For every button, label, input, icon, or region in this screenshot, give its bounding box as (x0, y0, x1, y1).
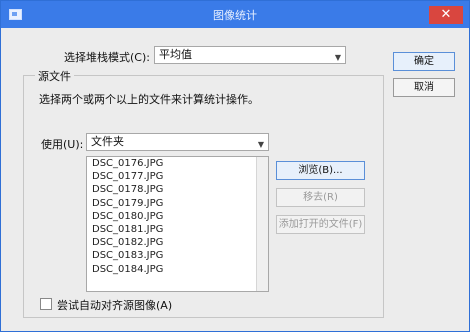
source-description: 选择两个或两个以上的文件来计算统计操作。 (39, 93, 259, 106)
auto-align-label: 尝试自动对齐源图像(A) (57, 299, 173, 312)
list-item[interactable]: DSC_0183.JPG (87, 249, 268, 262)
list-item[interactable]: DSC_0179.JPG (87, 197, 268, 210)
auto-align-checkbox[interactable] (40, 298, 52, 310)
image-statistics-dialog: 图像统计 ✕ 选择堆栈模式(C): 平均值 ▼ 确定 取消 源文件 选择两个或两… (0, 0, 470, 332)
use-value: 文件夹 (91, 135, 124, 148)
list-item[interactable]: DSC_0181.JPG (87, 223, 268, 236)
use-label: 使用(U): (41, 138, 84, 151)
file-list[interactable]: DSC_0176.JPG DSC_0177.JPG DSC_0178.JPG D… (86, 156, 269, 292)
list-item[interactable]: DSC_0177.JPG (87, 170, 268, 183)
list-item[interactable]: DSC_0176.JPG (87, 157, 268, 170)
chevron-down-icon: ▼ (334, 53, 341, 62)
ok-button[interactable]: 确定 (393, 52, 455, 71)
add-open-files-button[interactable]: 添加打开的文件(F) (276, 215, 365, 234)
stack-mode-select[interactable]: 平均值 ▼ (154, 46, 346, 64)
close-button[interactable]: ✕ (429, 6, 463, 24)
source-files-group-title: 源文件 (35, 68, 74, 84)
browse-button[interactable]: 浏览(B)... (276, 161, 365, 180)
dialog-title: 图像统计 (213, 9, 257, 22)
use-select[interactable]: 文件夹 ▼ (86, 133, 269, 151)
list-item[interactable]: DSC_0182.JPG (87, 236, 268, 249)
file-list-scrollbar[interactable] (256, 157, 268, 291)
chevron-down-icon: ▼ (257, 140, 264, 149)
remove-button[interactable]: 移去(R) (276, 188, 365, 207)
cancel-button[interactable]: 取消 (393, 78, 455, 97)
stack-mode-label: 选择堆栈模式(C): (64, 51, 150, 64)
list-item[interactable]: DSC_0178.JPG (87, 183, 268, 196)
list-item[interactable]: DSC_0184.JPG (87, 263, 268, 276)
list-item[interactable]: DSC_0180.JPG (87, 210, 268, 223)
stack-mode-value: 平均值 (159, 48, 192, 61)
title-bar: 图像统计 ✕ (1, 1, 469, 28)
